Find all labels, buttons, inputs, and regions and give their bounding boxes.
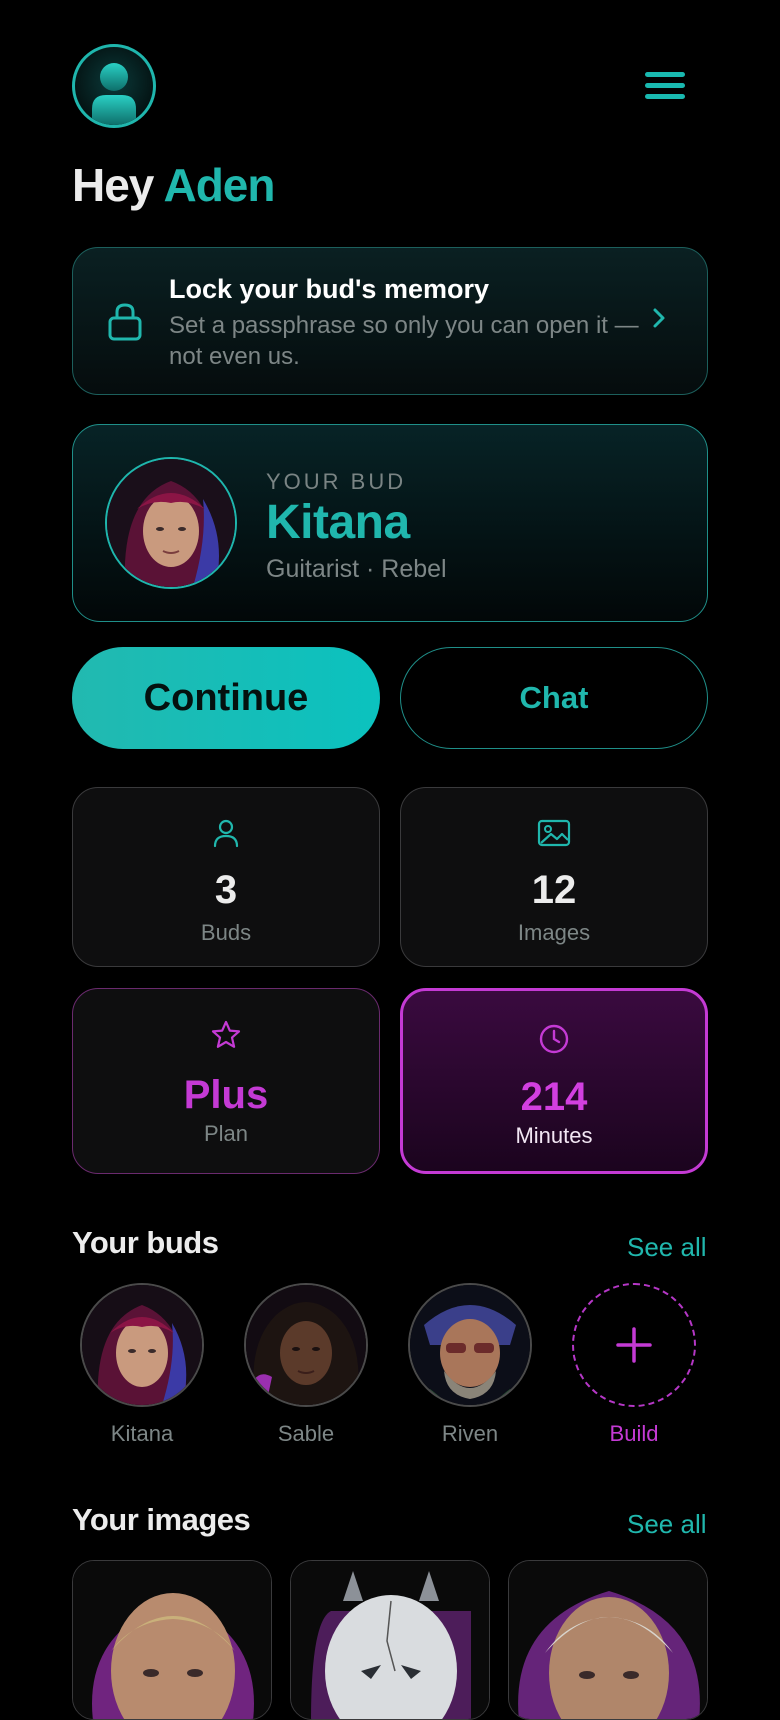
clock-icon xyxy=(539,1024,569,1054)
bud-avatar-riven xyxy=(408,1283,532,1407)
buds-stat-tile[interactable]: 3 Buds xyxy=(72,787,380,967)
chevron-right-icon xyxy=(653,308,665,328)
minutes-stat-tile[interactable]: 214 Minutes xyxy=(400,988,708,1174)
image-thumbnail[interactable] xyxy=(508,1560,708,1720)
minutes-label: Minutes xyxy=(515,1123,593,1148)
images-label: Images xyxy=(517,920,591,945)
bud-item-sable[interactable]: Sable xyxy=(224,1283,388,1453)
images-count: 12 xyxy=(531,868,577,912)
user-name: Aden xyxy=(163,159,275,211)
image-icon xyxy=(537,819,571,847)
user-icon xyxy=(92,63,136,125)
star-icon xyxy=(211,1020,241,1048)
plan-name: Plus xyxy=(183,1073,269,1117)
bud-name-sable: Sable xyxy=(277,1421,335,1446)
person-icon xyxy=(213,819,239,848)
continue-button[interactable]: Continue xyxy=(72,647,380,749)
greeting-prefix: Hey xyxy=(72,159,154,211)
your-buds-heading: Your buds xyxy=(72,1225,219,1260)
menu-button[interactable] xyxy=(640,66,690,106)
minutes-count: 214 xyxy=(520,1075,588,1119)
image-thumbnail[interactable] xyxy=(290,1560,490,1720)
greeting: Hey Aden xyxy=(72,158,275,212)
bud-avatar-kitana xyxy=(80,1283,204,1407)
images-see-all-link[interactable]: See all xyxy=(627,1509,707,1540)
bud-name: Kitana xyxy=(266,496,410,549)
build-circle xyxy=(572,1283,696,1407)
bud-avatar-sable xyxy=(244,1283,368,1407)
buds-see-all-link[interactable]: See all xyxy=(627,1232,707,1263)
images-stat-tile[interactable]: 12 Images xyxy=(400,787,708,967)
lock-card-title: Lock your bud's memory xyxy=(169,274,489,304)
your-images-heading: Your images xyxy=(72,1502,251,1537)
build-label: Build xyxy=(609,1421,659,1446)
current-bud-card[interactable]: YOUR BUD Kitana Guitarist · Rebel xyxy=(72,424,708,622)
image-thumbnail[interactable] xyxy=(72,1560,272,1720)
bud-name-kitana: Kitana xyxy=(110,1421,174,1446)
buds-label: Buds xyxy=(200,920,252,945)
lock-card-description: Set a passphrase so only you can open it… xyxy=(169,312,639,370)
lock-icon xyxy=(108,303,142,341)
profile-avatar-button[interactable] xyxy=(72,44,156,128)
bud-item-riven[interactable]: Riven xyxy=(388,1283,552,1453)
lock-memory-card[interactable]: Lock your bud's memory Set a passphrase … xyxy=(72,247,708,395)
chat-button[interactable]: Chat xyxy=(400,647,708,749)
bud-item-kitana[interactable]: Kitana xyxy=(60,1283,224,1453)
buds-count: 3 xyxy=(214,868,238,912)
bud-label: YOUR BUD xyxy=(266,469,407,494)
plan-stat-tile[interactable]: Plus Plan xyxy=(72,988,380,1174)
bud-traits: Guitarist · Rebel xyxy=(266,555,447,583)
bud-name-riven: Riven xyxy=(441,1421,499,1446)
bud-avatar xyxy=(105,457,237,589)
build-bud-button[interactable]: Build xyxy=(552,1283,716,1453)
plan-label: Plan xyxy=(203,1121,249,1146)
plus-icon xyxy=(616,1327,652,1363)
